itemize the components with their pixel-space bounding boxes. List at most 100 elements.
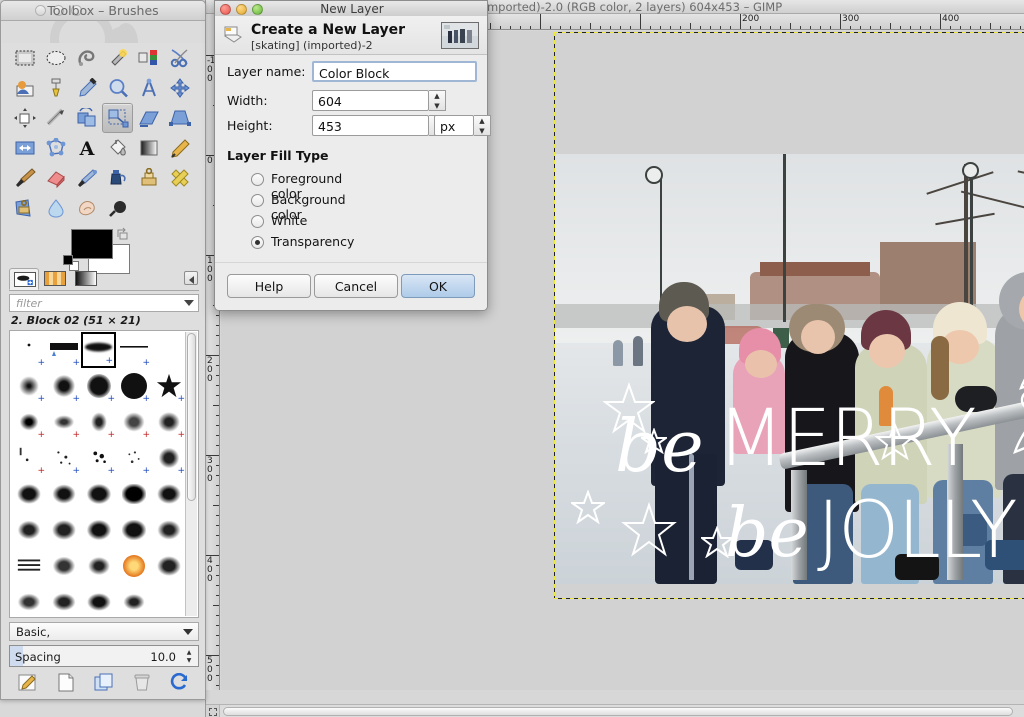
toolbox-titlebar[interactable]: Toolbox – Brushes bbox=[1, 1, 205, 21]
quick-mask-toggle[interactable] bbox=[206, 704, 220, 717]
spinner-up-icon[interactable]: ▲ bbox=[429, 91, 445, 101]
brush-item[interactable] bbox=[116, 548, 151, 584]
ok-button[interactable]: OK bbox=[401, 274, 475, 298]
rect-select-tool[interactable] bbox=[9, 43, 40, 73]
refresh-brushes-button[interactable] bbox=[169, 673, 191, 692]
brush-item[interactable] bbox=[151, 584, 186, 618]
align-tool[interactable] bbox=[9, 103, 40, 133]
smudge-tool[interactable] bbox=[71, 193, 102, 223]
width-input[interactable]: 604 bbox=[312, 90, 429, 111]
brush-filter-input[interactable]: filter bbox=[9, 294, 199, 312]
duplicate-brush-button[interactable] bbox=[93, 673, 115, 692]
brush-grid-scroll-thumb[interactable] bbox=[187, 333, 196, 501]
radio-icon[interactable] bbox=[251, 215, 264, 228]
dock-menu-button[interactable] bbox=[184, 271, 198, 285]
layer-name-input[interactable]: Color Block bbox=[312, 61, 477, 82]
help-button[interactable]: Help bbox=[227, 274, 311, 298]
scale-tool[interactable] bbox=[102, 103, 133, 133]
brush-item[interactable] bbox=[46, 512, 81, 548]
brush-item[interactable]: + bbox=[46, 404, 81, 440]
foreground-select-tool[interactable] bbox=[9, 73, 40, 103]
perspective-tool[interactable] bbox=[164, 103, 195, 133]
ellipse-select-tool[interactable] bbox=[40, 43, 71, 73]
brush-item[interactable]: + bbox=[151, 440, 186, 476]
brush-item[interactable] bbox=[11, 584, 46, 618]
canvas-horizontal-scrollbar[interactable] bbox=[220, 704, 1024, 717]
shear-tool[interactable] bbox=[133, 103, 164, 133]
unit-stepper[interactable]: ▲▼ bbox=[474, 115, 491, 136]
paths-tool[interactable] bbox=[40, 73, 71, 103]
text-tool[interactable]: A bbox=[71, 133, 102, 163]
paintbrush-tool[interactable] bbox=[9, 163, 40, 193]
brush-item[interactable] bbox=[81, 584, 116, 618]
gradient-tool[interactable] bbox=[133, 133, 164, 163]
cage-transform-tool[interactable] bbox=[40, 133, 71, 163]
rotate-tool[interactable] bbox=[71, 103, 102, 133]
height-input[interactable]: 453 bbox=[312, 115, 429, 136]
radio-icon[interactable] bbox=[251, 173, 264, 186]
width-stepper[interactable]: ▲▼ bbox=[429, 90, 446, 111]
cancel-button[interactable]: Cancel bbox=[314, 274, 398, 298]
delete-brush-button[interactable] bbox=[131, 673, 153, 692]
brush-item[interactable]: + bbox=[46, 332, 81, 368]
dialog-titlebar[interactable]: New Layer bbox=[214, 0, 488, 16]
brush-item[interactable]: + bbox=[151, 368, 186, 404]
brush-item[interactable] bbox=[151, 512, 186, 548]
brush-item[interactable] bbox=[81, 548, 116, 584]
dodge-burn-tool[interactable] bbox=[102, 193, 133, 223]
brush-item[interactable] bbox=[46, 476, 81, 512]
brush-item[interactable] bbox=[151, 476, 186, 512]
airbrush-tool[interactable] bbox=[71, 163, 102, 193]
brush-item[interactable]: + bbox=[116, 404, 151, 440]
spinner-down-icon[interactable]: ▼ bbox=[182, 656, 196, 664]
perspective-clone-tool[interactable] bbox=[9, 193, 40, 223]
new-brush-button[interactable] bbox=[55, 673, 77, 692]
brush-item[interactable] bbox=[116, 584, 151, 618]
brush-item[interactable] bbox=[11, 548, 46, 584]
brushes-tab[interactable] bbox=[9, 268, 39, 290]
spinner-up-icon[interactable]: ▲ bbox=[474, 116, 490, 126]
measure-tool[interactable] bbox=[133, 73, 164, 103]
fuzzy-select-tool[interactable] bbox=[102, 43, 133, 73]
crop-tool[interactable] bbox=[40, 103, 71, 133]
chevron-down-icon[interactable] bbox=[183, 629, 193, 635]
brush-item[interactable]: + bbox=[81, 440, 116, 476]
brush-item[interactable]: + bbox=[11, 368, 46, 404]
brush-item-selected[interactable]: + bbox=[81, 332, 116, 368]
brush-item[interactable]: + bbox=[11, 440, 46, 476]
clone-tool[interactable] bbox=[133, 163, 164, 193]
chevron-down-icon[interactable] bbox=[184, 300, 194, 306]
canvas-horizontal-scroll-thumb[interactable] bbox=[223, 707, 1013, 716]
brush-collection-dropdown[interactable]: Basic, bbox=[9, 622, 199, 641]
brush-item[interactable] bbox=[11, 512, 46, 548]
brush-item[interactable] bbox=[46, 584, 81, 618]
bucket-fill-tool[interactable] bbox=[102, 133, 133, 163]
radio-icon-selected[interactable] bbox=[251, 236, 264, 249]
brush-item[interactable]: + bbox=[116, 332, 151, 368]
heal-tool[interactable] bbox=[164, 163, 195, 193]
radio-icon[interactable] bbox=[251, 194, 264, 207]
brush-item[interactable]: + bbox=[81, 368, 116, 404]
brush-item[interactable] bbox=[151, 332, 186, 368]
brush-item[interactable] bbox=[81, 512, 116, 548]
move-tool[interactable] bbox=[164, 73, 195, 103]
brush-item[interactable] bbox=[151, 548, 186, 584]
brush-item[interactable]: + bbox=[11, 332, 46, 368]
brush-item[interactable]: + bbox=[116, 440, 151, 476]
spinner-down-icon[interactable]: ▼ bbox=[429, 101, 445, 111]
patterns-tab[interactable] bbox=[40, 268, 70, 290]
brush-item[interactable]: + bbox=[81, 404, 116, 440]
spinner-down-icon[interactable]: ▼ bbox=[474, 126, 490, 136]
brush-item[interactable]: + bbox=[151, 404, 186, 440]
scissors-select-tool[interactable] bbox=[164, 43, 195, 73]
brush-item[interactable]: + bbox=[46, 368, 81, 404]
gradients-tab[interactable] bbox=[71, 268, 101, 290]
free-select-tool[interactable] bbox=[71, 43, 102, 73]
brush-item[interactable]: + bbox=[116, 368, 151, 404]
spinner-up-icon[interactable]: ▲ bbox=[182, 648, 196, 656]
spacing-slider[interactable]: Spacing 10.0 ▲▼ bbox=[9, 645, 199, 667]
pencil-tool[interactable] bbox=[164, 133, 195, 163]
brush-item[interactable] bbox=[11, 476, 46, 512]
brush-item[interactable] bbox=[46, 548, 81, 584]
spacing-stepper[interactable]: ▲▼ bbox=[182, 648, 196, 664]
